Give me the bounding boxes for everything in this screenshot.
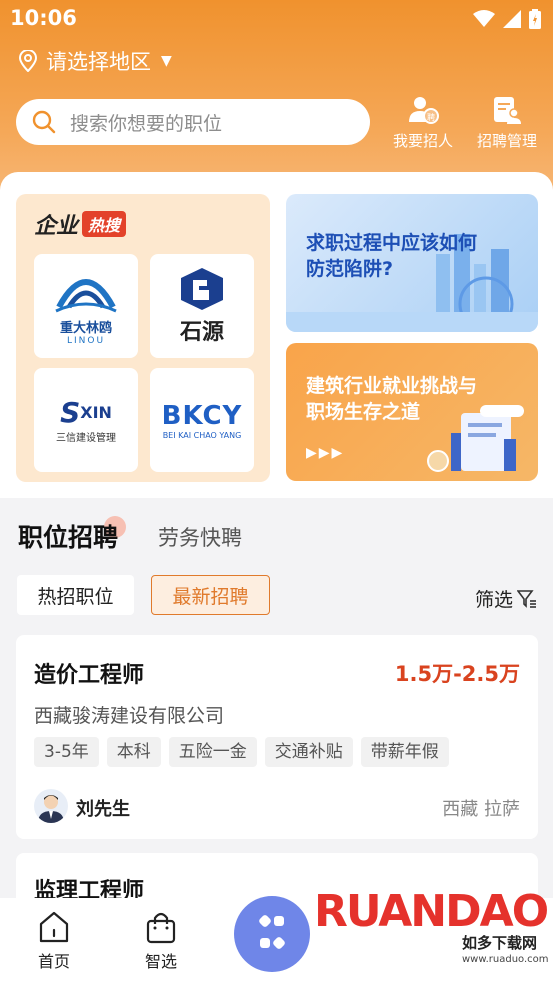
recruit-manage-button[interactable]: 招聘管理	[472, 94, 542, 151]
shopping-bag-icon	[146, 912, 176, 944]
job-title: 造价工程师	[34, 663, 145, 688]
job-company: 西藏骏涛建设有限公司	[34, 705, 225, 727]
person-avatar-icon	[38, 795, 64, 823]
hot-title: 企业	[34, 214, 79, 239]
tab-job-recruitment[interactable]: 职位招聘	[18, 518, 118, 554]
job-tag: 带薪年假	[360, 737, 449, 767]
search-bar[interactable]: 搜索你想要的职位	[16, 99, 370, 145]
nav-home[interactable]: 首页	[24, 910, 84, 972]
job-tags: 3-5年 本科 五险一金 交通补贴 带薪年假	[34, 737, 449, 767]
filter-icon	[517, 589, 536, 608]
nav-home-label: 首页	[37, 952, 70, 971]
recruit-label: 我要招人	[392, 132, 453, 150]
chip-new-label: 最新招聘	[172, 585, 249, 608]
banner-industry[interactable]: 建筑行业就业挑战与 职场生存之道 ▶▶▶	[286, 343, 538, 481]
location-selector[interactable]: 请选择地区 ▼	[18, 46, 172, 76]
wifi-icon	[473, 10, 495, 27]
linou-sub: LINOU	[66, 335, 106, 346]
signal-icon	[503, 10, 521, 28]
dropdown-triangle-icon: ▼	[161, 53, 172, 69]
svg-text:聘: 聘	[427, 112, 435, 122]
nav-smart[interactable]: 智选	[131, 910, 191, 972]
recruit-manage-icon	[494, 97, 521, 124]
search-icon	[32, 110, 56, 134]
banner1-line2: 防范陷阱?	[306, 258, 394, 280]
watermark-text: RUANDAO	[314, 886, 549, 937]
company-logo-shiyuan[interactable]: 石源	[150, 254, 254, 358]
job-salary: 1.5万-2.5万	[394, 662, 520, 686]
status-bar: 10:06	[0, 0, 553, 38]
watermark: RUANDAO 如多下载网 www.ruaduo.com	[234, 886, 549, 978]
banner2-line2: 职场生存之道	[306, 401, 421, 423]
shiyuan-name: 石源	[179, 320, 224, 345]
hot-badge: 热搜	[82, 211, 127, 237]
sanxin-name: XIN	[80, 403, 112, 422]
job-tag: 五险一金	[168, 737, 257, 767]
watermark-url: www.ruaduo.com	[462, 954, 549, 965]
company-logo-sanxin[interactable]: S XIN 三信建设管理	[34, 368, 138, 472]
contact-name: 刘先生	[76, 799, 130, 820]
job-location: 西藏 拉萨	[442, 799, 520, 820]
search-placeholder: 搜索你想要的职位	[70, 112, 223, 135]
banner-job-trap[interactable]: 求职过程中应该如何 防范陷阱?	[286, 194, 538, 332]
filter-button[interactable]: 筛选	[475, 585, 537, 612]
recruit-button[interactable]: 聘 我要招人	[388, 94, 458, 151]
banner2-line1: 建筑行业就业挑战与	[306, 375, 478, 397]
home-icon	[39, 911, 69, 943]
sanxin-s-icon: S	[60, 396, 81, 429]
company-logo-bkcy[interactable]: BKCY BEI KAI CHAO YANG	[150, 368, 254, 472]
status-time: 10:06	[10, 6, 77, 30]
tab-labor-quick[interactable]: 劳务快聘	[158, 522, 242, 552]
chip-hot-jobs[interactable]: 热招职位	[17, 575, 134, 615]
job-tag: 3-5年	[34, 737, 99, 767]
recruit-person-icon: 聘	[409, 97, 439, 124]
job-tag: 交通补贴	[264, 737, 353, 767]
chip-new-jobs[interactable]: 最新招聘	[151, 575, 270, 615]
bkcy-sub: BEI KAI CHAO YANG	[162, 430, 242, 440]
job-card[interactable]: 造价工程师 1.5万-2.5万 西藏骏涛建设有限公司 3-5年 本科 五险一金 …	[16, 635, 538, 839]
recruit-manage-label: 招聘管理	[476, 132, 537, 150]
sanxin-sub: 三信建设管理	[56, 433, 116, 444]
job-tag: 本科	[106, 737, 161, 767]
hot-companies-box: 企业 热搜 重大林鸥 LINOU 石源 S XIN 三信建设管理 BKCY BE…	[16, 194, 270, 482]
watermark-sub: 如多下载网	[462, 934, 538, 952]
shiyuan-cube-icon	[181, 268, 223, 310]
bkcy-name: BKCY	[161, 400, 243, 431]
banner-arrows-icon: ▶▶▶	[306, 445, 345, 461]
nav-smart-label: 智选	[144, 952, 177, 971]
location-label: 请选择地区	[46, 50, 151, 74]
battery-icon	[529, 9, 541, 29]
location-pin-icon	[18, 50, 38, 72]
linou-name: 重大林鸥	[59, 320, 112, 336]
banner1-line1: 求职过程中应该如何	[306, 232, 478, 254]
filter-label: 筛选	[474, 589, 513, 611]
chip-hot-label: 热招职位	[37, 585, 114, 608]
avatar	[34, 789, 68, 823]
linou-logo-icon	[55, 278, 117, 312]
company-logo-linou[interactable]: 重大林鸥 LINOU	[34, 254, 138, 358]
